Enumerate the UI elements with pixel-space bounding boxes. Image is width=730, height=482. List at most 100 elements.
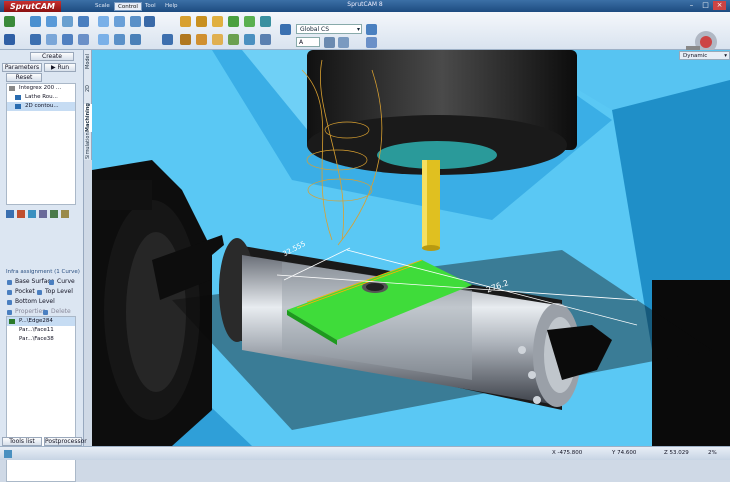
vertical-tabs: Model 2D Geometry Machining Simulation	[84, 50, 99, 160]
view-top-icon[interactable]	[98, 16, 109, 27]
view-back-icon[interactable]	[130, 34, 141, 45]
select-icon[interactable]	[30, 34, 41, 45]
option-pocket[interactable]: Pocket	[6, 288, 35, 296]
list-item-label: Par...\Face38	[19, 336, 54, 342]
menu-control[interactable]: Control	[114, 2, 142, 11]
list-item-label: P...\Edge284	[19, 318, 53, 324]
tree-item-label: Integrex 200 ...	[19, 85, 62, 91]
collision-icon[interactable]	[260, 34, 271, 45]
create-button[interactable]: Create	[30, 52, 74, 61]
machine-icon[interactable]	[196, 16, 207, 27]
fixture-icon[interactable]	[244, 16, 255, 27]
model-icon[interactable]	[17, 210, 25, 218]
list-item[interactable]: P...\Edge284	[7, 317, 75, 326]
measure-icon[interactable]	[338, 37, 349, 48]
maximize-button[interactable]: □	[699, 1, 712, 10]
toolpath-icon[interactable]	[260, 16, 271, 27]
properties-button[interactable]: Properties	[6, 308, 45, 316]
text-style-field[interactable]: A	[296, 37, 320, 47]
tab-postprocessor[interactable]: Postprocessor	[44, 437, 87, 446]
simulate-icon[interactable]	[244, 34, 255, 45]
infra-assignment-label: Infra assignment (1 Curve)	[6, 269, 80, 275]
tree-item-machine[interactable]: Integrex 200 ...	[7, 84, 75, 93]
tool-icon[interactable]	[28, 210, 36, 218]
fit-icon[interactable]	[78, 34, 89, 45]
menu-scale[interactable]: Scale	[92, 2, 113, 11]
tree-item-label: 2D contou...	[25, 103, 59, 109]
run-button[interactable]: ▶ Run	[44, 63, 76, 72]
tab-tools-list[interactable]: Tools list	[2, 437, 42, 446]
view-bottom-icon[interactable]	[114, 34, 125, 45]
ruler-icon[interactable]	[324, 37, 335, 48]
stock-icon[interactable]	[228, 34, 239, 45]
view-iso-icon[interactable]	[98, 34, 109, 45]
operations-panel: Create Parameters ▶ Run Reset Integrex 2…	[0, 50, 84, 482]
option-bottom-level[interactable]: Bottom Level	[6, 298, 55, 306]
zoom-in-icon[interactable]	[62, 34, 73, 45]
tree-item-lathe[interactable]: Lathe Rou...	[7, 93, 75, 102]
option-curve[interactable]: Curve	[48, 278, 75, 286]
zoom-window-icon[interactable]	[46, 34, 57, 45]
wrench-icon[interactable]	[366, 37, 377, 48]
tab-parameters[interactable]: Parameters	[2, 63, 42, 72]
feed-icon[interactable]	[39, 210, 47, 218]
tab-simulation[interactable]: Simulation	[84, 132, 92, 160]
machine-scene	[92, 50, 730, 446]
steps-icon[interactable]	[50, 210, 58, 218]
coord-z: Z 53.029	[664, 450, 689, 456]
view-front-icon[interactable]	[114, 16, 125, 27]
reset-button[interactable]: Reset	[6, 73, 42, 82]
zoom-level: 2%	[708, 450, 717, 456]
tree-item-label: Lathe Rou...	[25, 94, 58, 100]
run-label: Run	[57, 64, 70, 71]
status-bar: X -475.800 Y 74.600 Z 53.029 2%	[0, 446, 730, 460]
open-icon[interactable]	[4, 16, 15, 27]
spindle-icon[interactable]	[196, 34, 207, 45]
holder-icon[interactable]	[180, 34, 191, 45]
title-bar: SprutCAM SprutCAM 8 Scale Control Tool H…	[0, 0, 730, 12]
part-icon[interactable]	[228, 16, 239, 27]
coord-y: Y 74.600	[612, 450, 637, 456]
cs-icon	[280, 24, 291, 35]
workpiece-icon[interactable]	[212, 16, 223, 27]
settings-icon[interactable]	[366, 24, 377, 35]
operations-tree[interactable]: Integrex 200 ... Lathe Rou... 2D contou.…	[6, 83, 76, 205]
list-item[interactable]: Par...\Face11	[7, 326, 75, 335]
ribbon-toolbar: Global CS ▾ A	[0, 12, 730, 53]
machine-icon	[9, 86, 15, 91]
panel-toolbar	[6, 209, 76, 219]
pan-icon[interactable]	[30, 16, 41, 27]
job-icon[interactable]	[6, 210, 14, 218]
3d-viewport[interactable]: 32.555 276.2	[92, 50, 730, 446]
operation-icon	[15, 95, 21, 100]
zoom-icon[interactable]	[62, 16, 73, 27]
tab-model[interactable]: Model	[84, 50, 92, 72]
rotate-icon[interactable]	[46, 16, 57, 27]
create-label: Create	[42, 53, 62, 60]
status-icon	[4, 450, 12, 458]
tool-icon[interactable]	[180, 16, 191, 27]
menu-tool[interactable]: Tool	[142, 2, 159, 11]
info-icon[interactable]	[61, 210, 69, 218]
list-item[interactable]: Par...\Face38	[7, 335, 75, 344]
close-button[interactable]: ×	[713, 1, 726, 10]
tree-item-contour[interactable]: 2D contou...	[7, 102, 75, 111]
delete-button[interactable]: Delete	[42, 308, 71, 316]
operation-icon	[15, 104, 21, 109]
tab-machining[interactable]: Machining	[84, 103, 92, 132]
edge-icon	[9, 319, 15, 324]
coordinate-system-select[interactable]: Global CS ▾	[296, 24, 362, 34]
save-icon[interactable]	[4, 34, 15, 45]
coord-x: X -475.800	[552, 450, 583, 456]
view-side-icon[interactable]	[130, 16, 141, 27]
view-mode-select[interactable]: Dynamic ▾	[679, 51, 730, 60]
view-mode-value: Dynamic	[683, 53, 708, 59]
option-top-level[interactable]: Top Level	[36, 288, 73, 296]
render-mode-icon[interactable]	[162, 34, 173, 45]
tab-2d-geometry[interactable]: 2D Geometry	[84, 72, 99, 104]
menu-help[interactable]: Help	[162, 2, 181, 11]
axis-icon[interactable]	[212, 34, 223, 45]
minimize-button[interactable]: –	[685, 1, 698, 10]
zoom-all-icon[interactable]	[78, 16, 89, 27]
view-right-icon[interactable]	[144, 16, 155, 27]
